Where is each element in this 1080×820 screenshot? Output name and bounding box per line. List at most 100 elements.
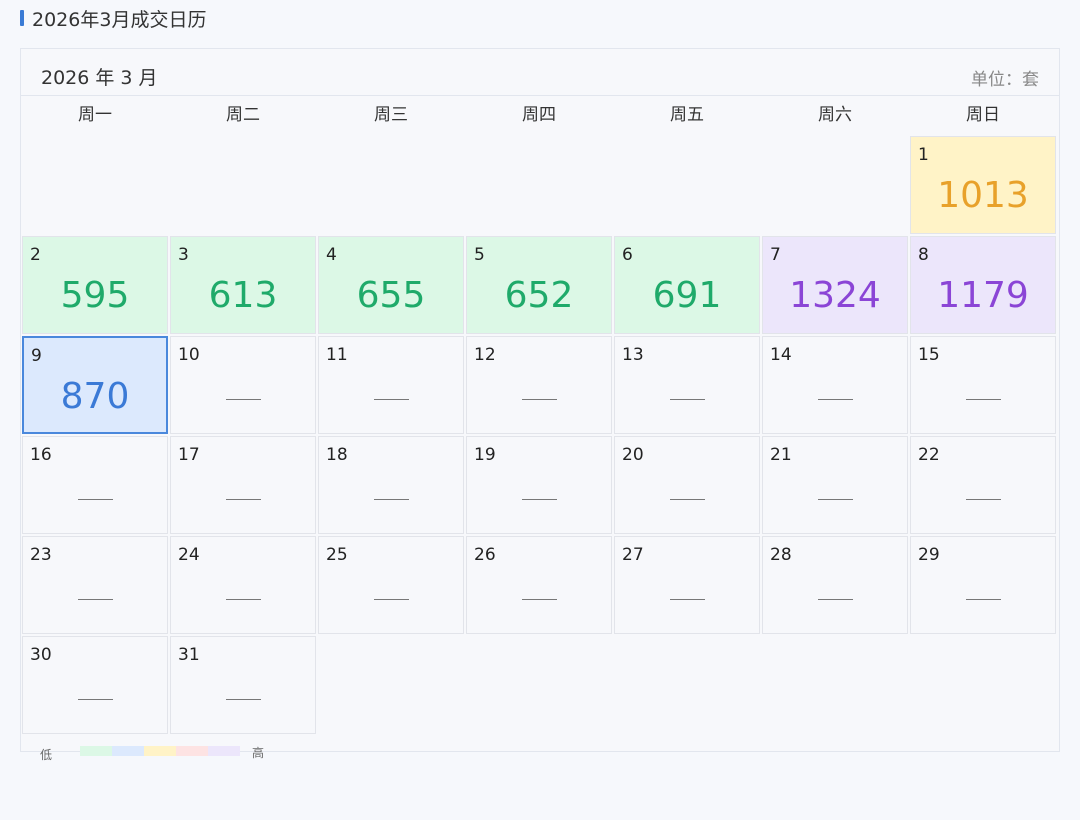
day-number: 30 (30, 645, 52, 665)
calendar-day-cell[interactable]: 24 (170, 536, 316, 634)
day-number: 28 (770, 545, 792, 565)
calendar-grid: 1 1013 2 595 3 613 4 655 5 652 6 691 7 1324 8 1179 9 870 1… (21, 135, 1059, 739)
calendar-day-cell[interactable]: 16 (22, 436, 168, 534)
empty-dash (522, 399, 557, 400)
calendar-day-cell[interactable]: 9 870 (22, 336, 168, 434)
weekday-mon: 周一 (78, 105, 112, 125)
day-value: 595 (60, 275, 130, 316)
calendar-day-cell[interactable]: 23 (22, 536, 168, 634)
calendar-day-cell[interactable]: 6 691 (614, 236, 760, 334)
page-title: 2026年3月成交日历 (32, 8, 207, 31)
calendar-day-cell[interactable]: 18 (318, 436, 464, 534)
day-value: 652 (504, 275, 574, 316)
day-value: 1324 (789, 275, 881, 316)
day-number: 18 (326, 445, 348, 465)
day-number: 5 (474, 245, 485, 265)
day-number: 22 (918, 445, 940, 465)
month-label: 2026 年 3 月 (41, 67, 158, 89)
day-value: 1179 (937, 275, 1029, 316)
day-value: 691 (652, 275, 722, 316)
calendar-day-cell[interactable]: 26 (466, 536, 612, 634)
day-number: 17 (178, 445, 200, 465)
page-title-bar: 2026年3月成交日历 (20, 6, 207, 31)
calendar-day-cell[interactable]: 31 (170, 636, 316, 734)
calendar-day-cell[interactable]: 20 (614, 436, 760, 534)
day-number: 23 (30, 545, 52, 565)
empty-dash (522, 499, 557, 500)
day-value: 870 (60, 376, 130, 417)
empty-dash (226, 399, 261, 400)
calendar-day-cell[interactable]: 13 (614, 336, 760, 434)
empty-dash (670, 499, 705, 500)
day-number: 19 (474, 445, 496, 465)
empty-dash (226, 599, 261, 600)
calendar-day-cell[interactable]: 15 (910, 336, 1056, 434)
calendar-day-cell[interactable]: 2 595 (22, 236, 168, 334)
empty-dash (670, 599, 705, 600)
calendar-day-cell[interactable]: 21 (762, 436, 908, 534)
day-number: 11 (326, 345, 348, 365)
calendar-day-cell[interactable]: 25 (318, 536, 464, 634)
calendar-day-cell[interactable]: 5 652 (466, 236, 612, 334)
calendar-day-cell[interactable]: 3 613 (170, 236, 316, 334)
empty-dash (670, 399, 705, 400)
calendar-header: 2026 年 3 月 单位：套 (21, 49, 1059, 96)
calendar-day-cell[interactable]: 27 (614, 536, 760, 634)
calendar-day-cell[interactable]: 7 1324 (762, 236, 908, 334)
weekday-tue: 周二 (226, 105, 260, 125)
day-number: 25 (326, 545, 348, 565)
weekday-sun: 周日 (966, 105, 1000, 125)
day-number: 3 (178, 245, 189, 265)
empty-dash (78, 699, 113, 700)
day-number: 12 (474, 345, 496, 365)
empty-dash (374, 399, 409, 400)
calendar-day-cell[interactable]: 14 (762, 336, 908, 434)
day-number: 16 (30, 445, 52, 465)
empty-dash (522, 599, 557, 600)
day-number: 9 (31, 346, 42, 366)
empty-dash (966, 599, 1001, 600)
legend-swatch (144, 746, 176, 756)
empty-dash (78, 599, 113, 600)
empty-dash (818, 499, 853, 500)
empty-dash (966, 499, 1001, 500)
calendar-day-cell[interactable]: 30 (22, 636, 168, 734)
calendar-day-cell[interactable]: 29 (910, 536, 1056, 634)
legend-swatch (80, 746, 112, 756)
weekday-header-row: 周一 周二 周三 周四 周五 周六 周日 (21, 96, 1059, 134)
empty-dash (226, 699, 261, 700)
title-accent-bar (20, 10, 24, 26)
empty-dash (374, 599, 409, 600)
calendar-day-cell[interactable]: 17 (170, 436, 316, 534)
empty-dash (226, 499, 261, 500)
weekday-wed: 周三 (374, 105, 408, 125)
calendar-day-cell[interactable]: 22 (910, 436, 1056, 534)
legend-swatch (112, 746, 144, 756)
legend-high-label: 高 (252, 746, 265, 760)
day-number: 27 (622, 545, 644, 565)
calendar-day-cell[interactable]: 28 (762, 536, 908, 634)
legend-swatch (208, 746, 240, 756)
calendar-day-cell[interactable]: 10 (170, 336, 316, 434)
calendar-day-cell[interactable]: 19 (466, 436, 612, 534)
calendar-day-cell[interactable]: 12 (466, 336, 612, 434)
day-number: 2 (30, 245, 41, 265)
calendar-day-cell[interactable]: 4 655 (318, 236, 464, 334)
unit-label: 单位：套 (971, 70, 1039, 90)
weekday-sat: 周六 (818, 105, 852, 125)
calendar-day-cell[interactable]: 1 1013 (910, 136, 1056, 234)
day-number: 7 (770, 245, 781, 265)
calendar-panel: 2026 年 3 月 单位：套 周一 周二 周三 周四 周五 周六 周日 1 10… (20, 48, 1060, 752)
day-number: 31 (178, 645, 200, 665)
day-number: 26 (474, 545, 496, 565)
weekday-thu: 周四 (522, 105, 556, 125)
legend-low-label: 低 (40, 748, 53, 762)
calendar-day-cell[interactable]: 8 1179 (910, 236, 1056, 334)
day-value: 655 (356, 275, 426, 316)
day-value: 1013 (937, 175, 1029, 216)
empty-dash (966, 399, 1001, 400)
empty-dash (818, 399, 853, 400)
day-number: 20 (622, 445, 644, 465)
day-number: 13 (622, 345, 644, 365)
calendar-day-cell[interactable]: 11 (318, 336, 464, 434)
